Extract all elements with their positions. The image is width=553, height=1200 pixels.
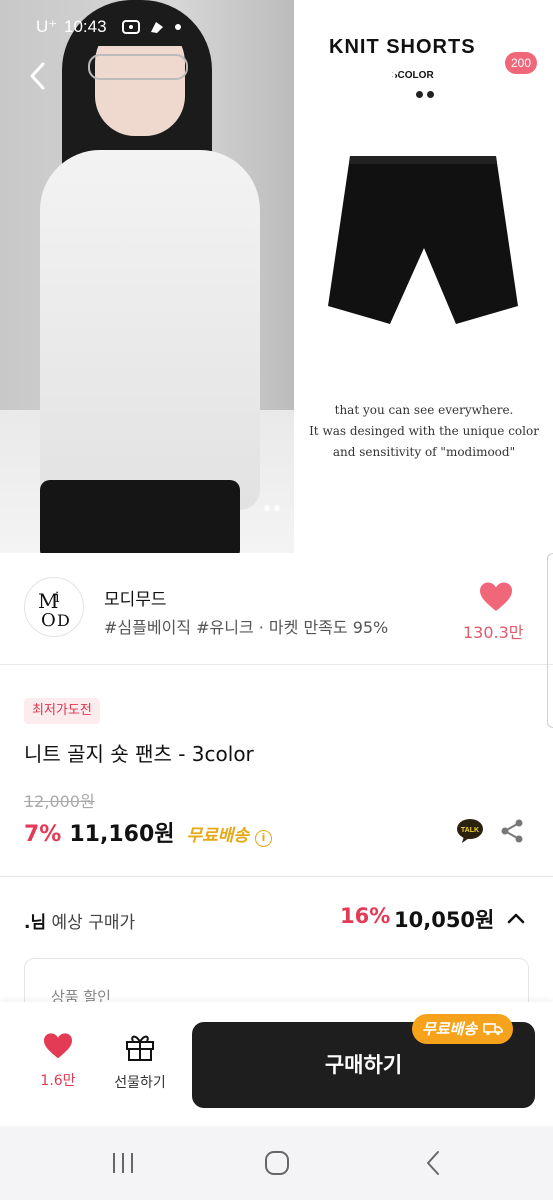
- gift-label: 선물하기: [114, 1075, 166, 1091]
- chevron-up-icon[interactable]: [506, 908, 526, 928]
- seller-tags: #심플베이직 #유니크 · 마켓 만족도 95%: [104, 618, 389, 637]
- product-hero-image[interactable]: KNIT SHORTS 3COLOR that you can see ever…: [0, 0, 553, 553]
- tagline-line: It was desinged with the unique color: [309, 424, 539, 438]
- expected-price-row[interactable]: .님 예상 구매가 16% 10,050원: [0, 888, 553, 948]
- dot-icon: [175, 24, 181, 30]
- status-app-icons: [122, 19, 182, 35]
- status-system-icons: 33%: [370, 17, 524, 37]
- expected-price: 10,050원: [394, 908, 495, 932]
- expected-text: 예상 구매가: [46, 913, 136, 933]
- product-title: 니트 골지 숏 팬츠 - 3color: [24, 742, 254, 766]
- original-price: 12,000원: [24, 792, 95, 811]
- bottom-action-bar: 1.6만 선물하기 구매하기 무료배송: [0, 1002, 553, 1126]
- signal-icon: [447, 21, 460, 35]
- battery-icon: [512, 19, 524, 37]
- lowest-price-badge: 최저가도전: [24, 698, 100, 724]
- seller-logo[interactable]: M i O D: [24, 577, 84, 637]
- like-count: 130.3만: [463, 623, 524, 642]
- free-shipping-pill-label: 무료배송: [422, 1020, 478, 1038]
- status-bar: U⁺ 10:43 33%: [0, 12, 553, 42]
- price-row: 7% 11,160원 무료배송 i: [24, 816, 273, 848]
- free-shipping-label: 무료배송: [186, 826, 250, 846]
- section-divider: [0, 876, 553, 877]
- svg-text:TALK: TALK: [461, 827, 479, 834]
- kakao-talk-icon[interactable]: TALK: [456, 818, 484, 844]
- battery-percent: 33%: [470, 17, 505, 36]
- battery-saver-icon: [372, 20, 382, 34]
- cart-count-badge: 200: [505, 52, 537, 74]
- android-home-icon[interactable]: [264, 1150, 290, 1176]
- shorts-image: [328, 156, 518, 324]
- svg-text:D: D: [57, 611, 70, 630]
- info-icon[interactable]: i: [255, 830, 273, 847]
- favorite-count: 1.6만: [40, 1073, 76, 1089]
- notification-icon: [122, 20, 140, 34]
- color-dots: [416, 91, 434, 98]
- svg-text:O: O: [41, 610, 56, 631]
- gift-icon: [126, 1035, 154, 1061]
- gift-button[interactable]: 선물하기: [104, 1032, 176, 1100]
- user-name: .님: [24, 913, 47, 933]
- expected-price-label: .님 예상 구매가: [24, 908, 135, 933]
- home-icon[interactable]: [368, 58, 402, 92]
- search-icon[interactable]: [430, 58, 464, 92]
- back-icon[interactable]: [24, 58, 52, 94]
- truck-icon: [483, 1023, 504, 1036]
- share-icon[interactable]: [499, 818, 525, 844]
- sale-price: 11,160원: [69, 822, 175, 847]
- mute-icon: [394, 21, 410, 33]
- tagline-line: and sensitivity of "modimood": [332, 445, 516, 459]
- heart-icon[interactable]: [479, 581, 513, 613]
- heart-icon: [44, 1033, 72, 1059]
- messenger-icon: [151, 22, 163, 33]
- svg-text:i: i: [55, 590, 60, 606]
- system-navigation-bar: [0, 1126, 553, 1200]
- seller-name[interactable]: 모디무드: [104, 585, 167, 610]
- seller-row[interactable]: M i O D 모디무드 #심플베이직 #유니크 · 마켓 만족도 95% 13…: [0, 553, 553, 665]
- modimood-logo: M i O D: [38, 589, 70, 631]
- discount-rate: 7%: [24, 822, 62, 847]
- android-back-icon[interactable]: [422, 1150, 444, 1176]
- tagline-line: that you can see everywhere.: [334, 403, 514, 417]
- product-tagline: that you can see everywhere. It was desi…: [302, 400, 546, 463]
- side-handle[interactable]: [547, 553, 553, 728]
- clock: 10:43: [64, 17, 107, 36]
- favorite-button[interactable]: 1.6만: [30, 1032, 86, 1100]
- wifi-icon: [420, 20, 436, 34]
- image-pager: [264, 505, 280, 511]
- carrier-label: U⁺: [36, 17, 58, 36]
- free-shipping-pill: 무료배송: [412, 1014, 514, 1044]
- expected-discount: 16%: [340, 904, 391, 928]
- recent-apps-icon[interactable]: [110, 1150, 136, 1176]
